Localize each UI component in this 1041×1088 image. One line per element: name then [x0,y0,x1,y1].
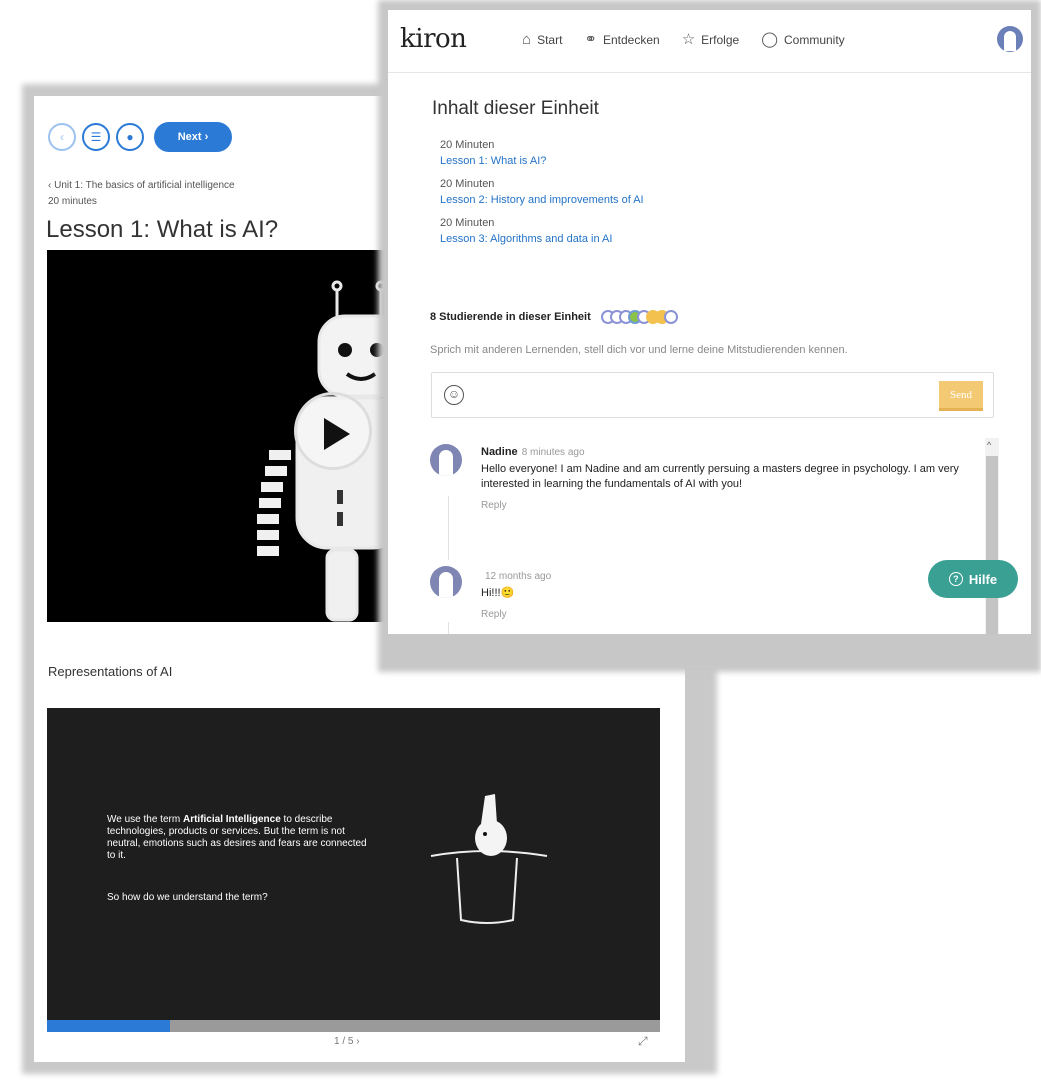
lesson-duration: 20 Minuten [440,217,495,229]
chat-prompt: Sprich mit anderen Lernenden, stell dich… [430,344,848,356]
content-title: Inhalt dieser Einheit [432,98,599,119]
lesson-duration: 20 Minuten [440,139,495,151]
home-icon: ⌂ [522,31,532,48]
send-button[interactable]: Send [939,381,983,411]
binoculars-icon: ⚭ [584,31,597,48]
chat-input[interactable]: ☺ Send [431,372,994,418]
nav-item-start[interactable]: ⌂ Start [522,32,562,47]
help-button[interactable]: ? Hilfe [928,560,1018,598]
thread-line [448,496,449,560]
comment-time: 12 months ago [485,571,552,582]
nav-label: Erfolge [701,32,740,47]
comment: 12 months ago Hi!!!🙂 Reply [481,566,781,620]
students-header: 8 Studierende in dieser Einheit [430,310,678,324]
header-divider [388,72,1031,73]
comment: Nadine 8 minutes ago Hello everyone! I am… [481,442,991,511]
emoji-icon[interactable]: ☺ [444,385,464,405]
lesson-link[interactable]: Lesson 1: What is AI? [440,153,644,169]
nav-item-erfolge[interactable]: ☆ Erfolge [682,32,739,47]
nav-label: Entdecken [602,32,660,47]
thread-line [448,622,449,634]
slide-progress-bar[interactable] [47,1020,660,1032]
lesson-link[interactable]: Lesson 2: History and improvements of AI [440,192,644,208]
unit-breadcrumb-link[interactable]: ‹ Unit 1: The basics of artificial intel… [48,180,235,191]
slide-progress-fill [47,1020,170,1032]
back-button[interactable]: ‹ [48,123,76,151]
help-label: Hilfe [968,571,998,587]
comment-text: Hi!!!🙂 [481,587,515,599]
lesson-link[interactable]: Lesson 3: Algorithms and data in AI [440,231,644,247]
slide-text-part: We use the term [107,814,183,825]
expand-icon[interactable]: ⤢ [638,1034,648,1049]
speech-bubble-icon: ◯ [761,31,778,48]
play-icon [324,418,350,450]
avatar[interactable] [430,566,462,598]
unit-duration: 20 minutes [48,196,97,207]
lesson-duration: 20 Minuten [440,178,495,190]
slide-question: So how do we understand the term? [107,892,268,903]
avatar[interactable] [430,444,462,476]
reply-link[interactable]: Reply [481,500,991,511]
question-icon: ? [948,572,963,586]
list-item: 20 Minuten Lesson 1: What is AI? [440,138,644,169]
unit-overview-window: kiron ⌂ Start ⚭ Entdecken ☆ Erfolge ◯ Co… [388,10,1031,634]
lesson-nav-bar: ‹ ☰ ● Next › [48,122,232,152]
avatar[interactable] [663,310,678,324]
comment-author[interactable]: Nadine [481,446,518,458]
lesson-title: Lesson 1: What is AI? [46,216,279,243]
nav-item-entdecken[interactable]: ⚭ Entdecken [584,32,659,47]
next-button[interactable]: Next › [154,122,232,152]
section-title: Representations of AI [48,664,173,679]
nav-label: Start [537,32,563,47]
slide-pager[interactable]: 1 / 5 › [334,1036,360,1047]
magic-hat-rabbit-illustration [430,794,548,924]
slide-text-bold: Artificial Intelligence [182,814,281,825]
list-item: 20 Minuten Lesson 2: History and improve… [440,177,644,208]
slide-text: We use the term Artificial Intelligence … [107,814,367,862]
chevron-left-icon: ‹ [60,130,64,144]
lesson-list: 20 Minuten Lesson 1: What is AI? 20 Minu… [440,138,644,255]
nav-item-community[interactable]: ◯ Community [761,32,844,47]
chat-icon: ● [126,130,134,144]
main-nav: ⌂ Start ⚭ Entdecken ☆ Erfolge ◯ Communit… [522,32,845,47]
kiron-logo[interactable]: kiron [400,24,467,54]
table-of-contents-button[interactable]: ☰ [82,123,110,151]
user-avatar[interactable] [997,26,1023,52]
reply-link[interactable]: Reply [481,609,781,620]
slideshow[interactable]: We use the term Artificial Intelligence … [47,708,660,1028]
students-count: 8 Studierende in dieser Einheit [430,311,591,323]
star-icon: ☆ [681,31,696,48]
comment-time: 8 minutes ago [521,447,585,458]
comment-text: Hello everyone! I am Nadine and am curre… [481,463,959,490]
list-item: 20 Minuten Lesson 3: Algorithms and data… [440,216,644,247]
student-avatars[interactable] [600,310,678,324]
chat-button[interactable]: ● [116,123,144,151]
nav-label: Community [783,32,845,47]
list-icon: ☰ [90,130,102,144]
